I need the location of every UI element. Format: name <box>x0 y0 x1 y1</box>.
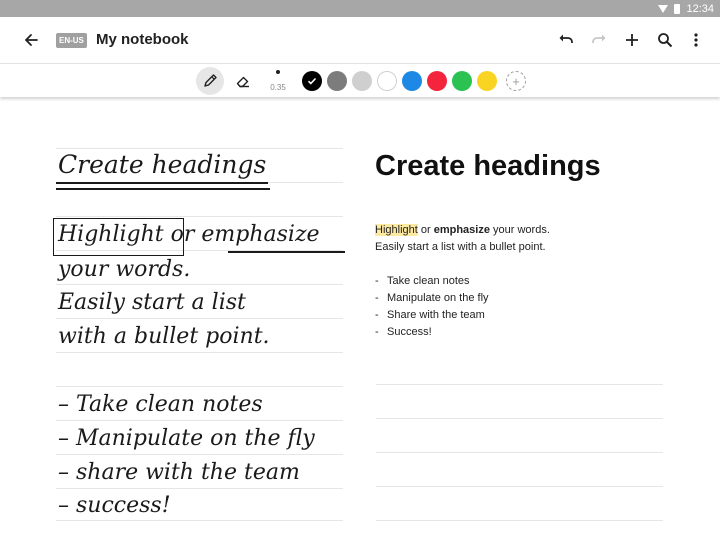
handwritten-emphasize-word: emphasize <box>201 222 320 247</box>
color-swatch[interactable] <box>302 71 322 91</box>
ruled-line <box>56 454 343 455</box>
color-swatch[interactable] <box>452 71 472 91</box>
ruled-line <box>376 384 663 385</box>
color-swatch[interactable] <box>427 71 447 91</box>
arrow-back-icon <box>25 34 38 46</box>
emphasize-underline <box>228 251 345 253</box>
handwritten-line-2: your words. <box>58 257 191 282</box>
line-1-rest: your words. <box>489 224 550 236</box>
ruled-line <box>376 452 663 453</box>
more-button[interactable] <box>685 29 707 51</box>
eraser-tool-button[interactable] <box>229 67 257 95</box>
undo-icon <box>559 34 573 43</box>
battery-icon <box>674 3 681 14</box>
handwritten-list-item: – share with the team <box>58 460 300 485</box>
bullet-item: - Success! <box>375 326 432 338</box>
ruled-line <box>56 148 343 149</box>
pen-size-label: 0.35 <box>270 83 286 92</box>
converted-line-2: Easily start a list with a bullet point. <box>375 241 546 253</box>
ruled-line <box>56 284 343 285</box>
bullet-item: - Share with the team <box>375 309 485 321</box>
ruled-line <box>56 318 343 319</box>
ruled-line <box>56 520 343 521</box>
undo-button[interactable] <box>555 29 577 51</box>
ruled-line <box>56 352 343 353</box>
handwritten-line-4: with a bullet point. <box>58 324 270 349</box>
wifi-icon <box>658 5 669 13</box>
add-button[interactable] <box>621 29 643 51</box>
handwritten-line-3: Easily start a list <box>58 290 246 315</box>
handwritten-heading: Create headings <box>58 150 267 179</box>
converted-heading: Create headings <box>375 150 601 182</box>
bullet-item: - Take clean notes <box>375 275 470 287</box>
back-button[interactable] <box>20 29 42 51</box>
color-swatch[interactable] <box>327 71 347 91</box>
app-bar: EN-US My notebook <box>0 17 720 63</box>
converted-line-1: Highlight or emphasize your words. <box>375 224 550 236</box>
pen-icon <box>204 74 217 87</box>
bullet-dash: - <box>375 292 379 304</box>
ruled-line <box>56 488 343 489</box>
bullet-item-text: Success! <box>387 326 432 338</box>
notebook-title[interactable]: My notebook <box>96 31 189 48</box>
handwritten-list-item: – success! <box>58 493 171 518</box>
heading-underline-bottom <box>56 188 270 190</box>
ruled-line <box>56 386 343 387</box>
color-swatch[interactable] <box>477 71 497 91</box>
status-time: 12:34 <box>686 2 714 15</box>
pen-tool-button[interactable] <box>196 67 224 95</box>
ruled-line <box>56 420 343 421</box>
redo-icon <box>592 34 606 43</box>
bullet-item-text: Share with the team <box>387 309 485 321</box>
redo-button[interactable] <box>588 29 610 51</box>
pen-toolbar: 0.35 + <box>0 63 720 97</box>
bullet-dash: - <box>375 326 379 338</box>
handwritten-line-1: Highlight or emphasize <box>58 222 320 247</box>
language-badge[interactable]: EN-US <box>56 33 87 48</box>
bullet-item: - Manipulate on the fly <box>375 292 489 304</box>
handwritten-highlight-word: Highlight <box>58 222 164 247</box>
more-vert-icon <box>694 33 698 47</box>
highlighted-word: Highlight <box>375 224 418 236</box>
color-swatch[interactable] <box>377 71 397 91</box>
check-icon <box>307 77 317 85</box>
heading-underline-top <box>56 182 268 184</box>
bullet-dash: - <box>375 309 379 321</box>
ruled-line <box>376 486 663 487</box>
status-bar: 12:34 <box>0 0 720 17</box>
ruled-line <box>376 418 663 419</box>
eraser-icon <box>236 76 249 88</box>
add-color-button[interactable]: + <box>506 71 526 91</box>
bold-word: emphasize <box>433 224 490 236</box>
ruled-line <box>376 520 663 521</box>
bullet-item-text: Manipulate on the fly <box>387 292 489 304</box>
bullet-dash: - <box>375 275 379 287</box>
pen-size-dot <box>276 70 280 74</box>
ruled-line <box>56 216 343 217</box>
pen-size-selector[interactable]: 0.35 <box>268 68 288 94</box>
or-word: or <box>417 224 434 236</box>
color-swatch[interactable] <box>402 71 422 91</box>
handwritten-list-item: – Take clean notes <box>58 392 263 417</box>
add-icon <box>626 34 638 46</box>
search-icon <box>658 33 673 48</box>
handwritten-or-word: or <box>163 222 202 247</box>
bullet-item-text: Take clean notes <box>387 275 470 287</box>
color-swatch[interactable] <box>352 71 372 91</box>
search-button[interactable] <box>654 29 676 51</box>
handwritten-list-item: – Manipulate on the fly <box>58 426 315 451</box>
